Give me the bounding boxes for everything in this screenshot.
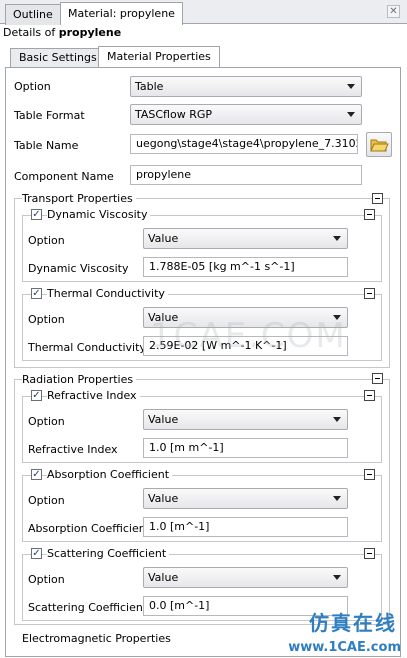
thermal-conductivity-option-label: Option xyxy=(28,313,65,326)
absorption-coefficient-title: Absorption Coefficient xyxy=(47,468,173,481)
chevron-down-icon xyxy=(333,417,341,422)
table-format-label: Table Format xyxy=(14,109,85,122)
chevron-down-icon xyxy=(347,112,355,117)
refractive-index-input[interactable]: 1.0 [m m^-1] xyxy=(143,438,348,458)
tab-outline[interactable]: Outline xyxy=(5,4,61,25)
collapse-icon[interactable] xyxy=(372,373,383,384)
watermark: 1CAE.COM xyxy=(150,316,347,356)
refractive-index-checkbox[interactable] xyxy=(31,390,42,401)
thermal-conductivity-checkbox[interactable] xyxy=(31,288,42,299)
dynamic-viscosity-checkbox[interactable] xyxy=(31,209,42,220)
refractive-index-option-label: Option xyxy=(28,415,65,428)
chevron-down-icon xyxy=(333,575,341,580)
collapse-icon[interactable] xyxy=(364,548,375,559)
refractive-index-title: Refractive Index xyxy=(47,389,140,402)
dynamic-viscosity-option-label: Option xyxy=(28,234,65,247)
component-name-input[interactable]: propylene xyxy=(130,165,362,185)
chevron-down-icon xyxy=(347,84,355,89)
collapse-icon[interactable] xyxy=(364,390,375,401)
browse-button[interactable] xyxy=(366,132,392,157)
tab-material-propylene[interactable]: Material: propylene xyxy=(60,2,183,25)
folder-icon xyxy=(370,139,389,152)
transport-properties-title: Transport Properties xyxy=(22,192,136,205)
chevron-down-icon xyxy=(333,496,341,501)
refractive-index-option-select[interactable]: Value xyxy=(143,409,348,430)
scattering-coefficient-title: Scattering Coefficient xyxy=(47,547,170,560)
absorption-coefficient-label: Absorption Coefficient xyxy=(28,522,151,535)
collapse-icon[interactable] xyxy=(364,209,375,220)
top-tab-strip: Outline Material: propylene ✕ xyxy=(0,0,407,25)
electromagnetic-properties-title: Electromagnetic Properties xyxy=(22,632,171,645)
chevron-down-icon xyxy=(333,236,341,241)
scattering-option-value: Value xyxy=(148,571,179,584)
brand-url: www.1CAE.com xyxy=(288,640,401,655)
scattering-option-label: Option xyxy=(28,573,65,586)
brand-logo-text: 仿真在线 xyxy=(309,611,397,635)
details-prefix: Details of xyxy=(3,26,56,39)
radiation-properties-title: Radiation Properties xyxy=(22,373,137,386)
component-name-label: Component Name xyxy=(14,170,114,183)
collapse-icon[interactable] xyxy=(372,193,383,204)
table-name-input[interactable]: uegong\stage4\stage4\propylene_7.3102.RG… xyxy=(130,134,358,154)
table-format-select[interactable]: TASCflow RGP xyxy=(130,104,362,125)
absorption-coefficient-checkbox[interactable] xyxy=(31,469,42,480)
scattering-coefficient-checkbox[interactable] xyxy=(31,548,42,559)
dynamic-viscosity-option-select[interactable]: Value xyxy=(143,228,348,249)
dynamic-viscosity-input[interactable]: 1.788E-05 [kg m^-1 s^-1] xyxy=(143,257,348,277)
dynamic-viscosity-label: Dynamic Viscosity xyxy=(28,262,129,275)
tab-material-properties[interactable]: Material Properties xyxy=(98,46,220,68)
collapse-icon[interactable] xyxy=(364,288,375,299)
absorption-option-select[interactable]: Value xyxy=(143,488,348,509)
tab-basic-settings[interactable]: Basic Settings xyxy=(10,48,106,67)
dynamic-viscosity-option-value: Value xyxy=(148,232,179,245)
absorption-coefficient-input[interactable]: 1.0 [m^-1] xyxy=(143,517,348,537)
details-name: propylene xyxy=(58,26,122,39)
refractive-index-label: Refractive Index xyxy=(28,443,118,456)
collapse-icon[interactable] xyxy=(364,469,375,480)
details-heading: Details of propylene xyxy=(3,26,121,39)
close-icon[interactable]: ✕ xyxy=(387,5,400,18)
absorption-option-value: Value xyxy=(148,492,179,505)
refractive-index-option-value: Value xyxy=(148,413,179,426)
dynamic-viscosity-title: Dynamic Viscosity xyxy=(47,208,151,221)
thermal-conductivity-title: Thermal Conductivity xyxy=(47,287,168,300)
table-format-value: TASCflow RGP xyxy=(135,108,213,121)
option-select[interactable]: Table xyxy=(130,76,362,97)
scattering-coefficient-label: Scattering Coefficient xyxy=(28,601,148,614)
option-label: Option xyxy=(14,80,51,93)
absorption-option-label: Option xyxy=(28,494,65,507)
thermal-conductivity-label: Thermal Conductivity xyxy=(28,341,146,354)
table-name-label: Table Name xyxy=(14,139,79,152)
scattering-option-select[interactable]: Value xyxy=(143,567,348,588)
option-select-value: Table xyxy=(135,80,164,93)
